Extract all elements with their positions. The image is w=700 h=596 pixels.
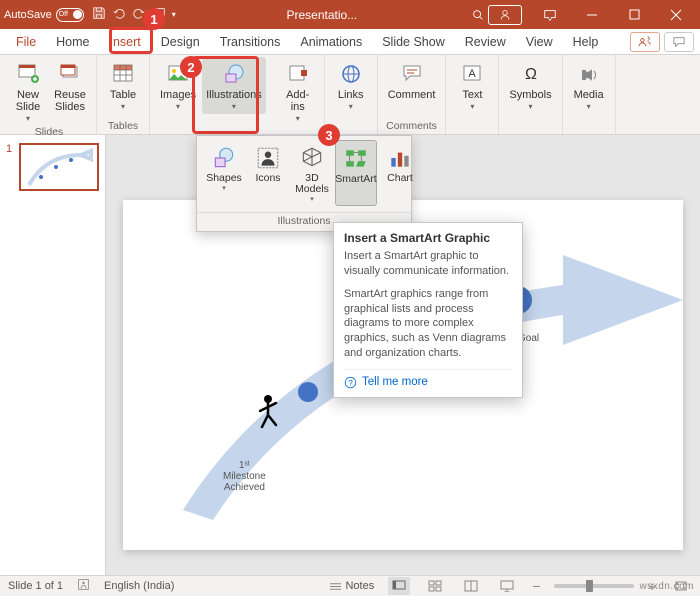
slideshow-view-icon[interactable] bbox=[496, 577, 518, 595]
comment-button[interactable]: Comment bbox=[384, 57, 440, 104]
tab-transitions[interactable]: Transitions bbox=[210, 29, 291, 55]
autosave-switch[interactable]: Off bbox=[56, 8, 84, 22]
text-button[interactable]: A Text ▾ bbox=[452, 57, 492, 114]
slide-counter[interactable]: Slide 1 of 1 bbox=[8, 580, 63, 592]
minimize-button[interactable] bbox=[572, 0, 612, 29]
thumbnail-1[interactable]: 1 bbox=[6, 143, 99, 191]
table-button[interactable]: Table ▾ bbox=[103, 57, 143, 114]
shapes-button[interactable]: Shapes ▾ bbox=[203, 140, 245, 206]
smartart-button[interactable]: SmartArt bbox=[335, 140, 377, 206]
svg-text:Ω: Ω bbox=[525, 66, 537, 83]
badge-2: 2 bbox=[180, 56, 202, 78]
reading-view-icon[interactable] bbox=[460, 577, 482, 595]
badge-3: 3 bbox=[318, 124, 340, 146]
media-button[interactable]: Media ▾ bbox=[569, 57, 609, 114]
tab-animations[interactable]: Animations bbox=[290, 29, 372, 55]
symbols-button[interactable]: Ω Symbols ▾ bbox=[505, 57, 555, 114]
tab-insert[interactable]: Insert bbox=[100, 29, 151, 55]
ribbon: New Slide ▾ Reuse Slides Slides Table ▾ … bbox=[0, 55, 700, 135]
normal-view-icon[interactable] bbox=[388, 577, 410, 595]
milestone-1-label: 1ˢᵗ Milestone Achieved bbox=[223, 460, 266, 493]
smartart-tooltip: Insert a SmartArt Graphic Insert a Smart… bbox=[333, 222, 523, 398]
ribbon-tabs: File Home Insert Design Transitions Anim… bbox=[0, 29, 700, 55]
tab-slideshow[interactable]: Slide Show bbox=[372, 29, 455, 55]
tab-home[interactable]: Home bbox=[46, 29, 99, 55]
ribbon-options-icon[interactable] bbox=[530, 0, 570, 29]
chart-button[interactable]: Chart bbox=[379, 140, 421, 206]
save-icon[interactable] bbox=[92, 6, 106, 23]
language-label[interactable]: English (India) bbox=[104, 580, 174, 592]
accessibility-icon[interactable] bbox=[77, 578, 90, 594]
tab-help[interactable]: Help bbox=[563, 29, 609, 55]
new-slide-button[interactable]: New Slide ▾ bbox=[8, 57, 48, 126]
illustrations-button[interactable]: Illustrations ▾ bbox=[202, 57, 266, 114]
tooltip-line1: Insert a SmartArt graphic to visually co… bbox=[344, 249, 512, 279]
reuse-slides-button[interactable]: Reuse Slides bbox=[50, 57, 90, 116]
tab-view[interactable]: View bbox=[516, 29, 563, 55]
close-button[interactable] bbox=[656, 0, 696, 29]
svg-text:?: ? bbox=[348, 379, 353, 388]
slide-thumbnails: 1 bbox=[0, 135, 106, 575]
svg-text:A: A bbox=[469, 68, 477, 80]
tab-review[interactable]: Review bbox=[455, 29, 516, 55]
group-tables-label: Tables bbox=[108, 120, 138, 134]
group-comments-label: Comments bbox=[386, 120, 437, 134]
zoom-slider[interactable] bbox=[554, 584, 634, 588]
3d-models-button[interactable]: 3D Models ▾ bbox=[291, 140, 333, 206]
autosave-label: AutoSave bbox=[4, 9, 52, 21]
icons-button[interactable]: Icons bbox=[247, 140, 289, 206]
tab-design[interactable]: Design bbox=[151, 29, 210, 55]
notes-button[interactable]: Notes bbox=[329, 580, 374, 592]
links-button[interactable]: Links ▾ bbox=[331, 57, 371, 114]
search-icon[interactable] bbox=[468, 8, 488, 22]
maximize-button[interactable] bbox=[614, 0, 654, 29]
tab-file[interactable]: File bbox=[6, 29, 46, 55]
watermark: wsxdn.com bbox=[639, 581, 694, 592]
tooltip-line2: SmartArt graphics range from graphical l… bbox=[344, 287, 512, 361]
title-bar: AutoSave Off ▾ Presentatio... bbox=[0, 0, 700, 29]
badge-1: 1 bbox=[143, 8, 165, 30]
status-bar: Slide 1 of 1 English (India) Notes − + bbox=[0, 575, 700, 596]
zoom-out-icon[interactable]: − bbox=[532, 578, 540, 594]
autosave-toggle[interactable]: AutoSave Off bbox=[4, 8, 84, 22]
tell-me-more-link[interactable]: ? Tell me more bbox=[344, 369, 512, 389]
document-title: Presentatio... bbox=[176, 8, 468, 22]
comments-button[interactable] bbox=[664, 32, 694, 52]
undo-icon[interactable] bbox=[112, 6, 126, 23]
addins-button[interactable]: Add- ins ▾ bbox=[278, 57, 318, 126]
tooltip-title: Insert a SmartArt Graphic bbox=[344, 231, 512, 245]
account-button[interactable] bbox=[488, 5, 522, 25]
share-button[interactable] bbox=[630, 32, 660, 52]
sorter-view-icon[interactable] bbox=[424, 577, 446, 595]
autosave-state: Off bbox=[59, 11, 68, 18]
illustrations-dropdown: Shapes ▾ Icons 3D Models ▾ SmartArt Char… bbox=[196, 135, 412, 232]
